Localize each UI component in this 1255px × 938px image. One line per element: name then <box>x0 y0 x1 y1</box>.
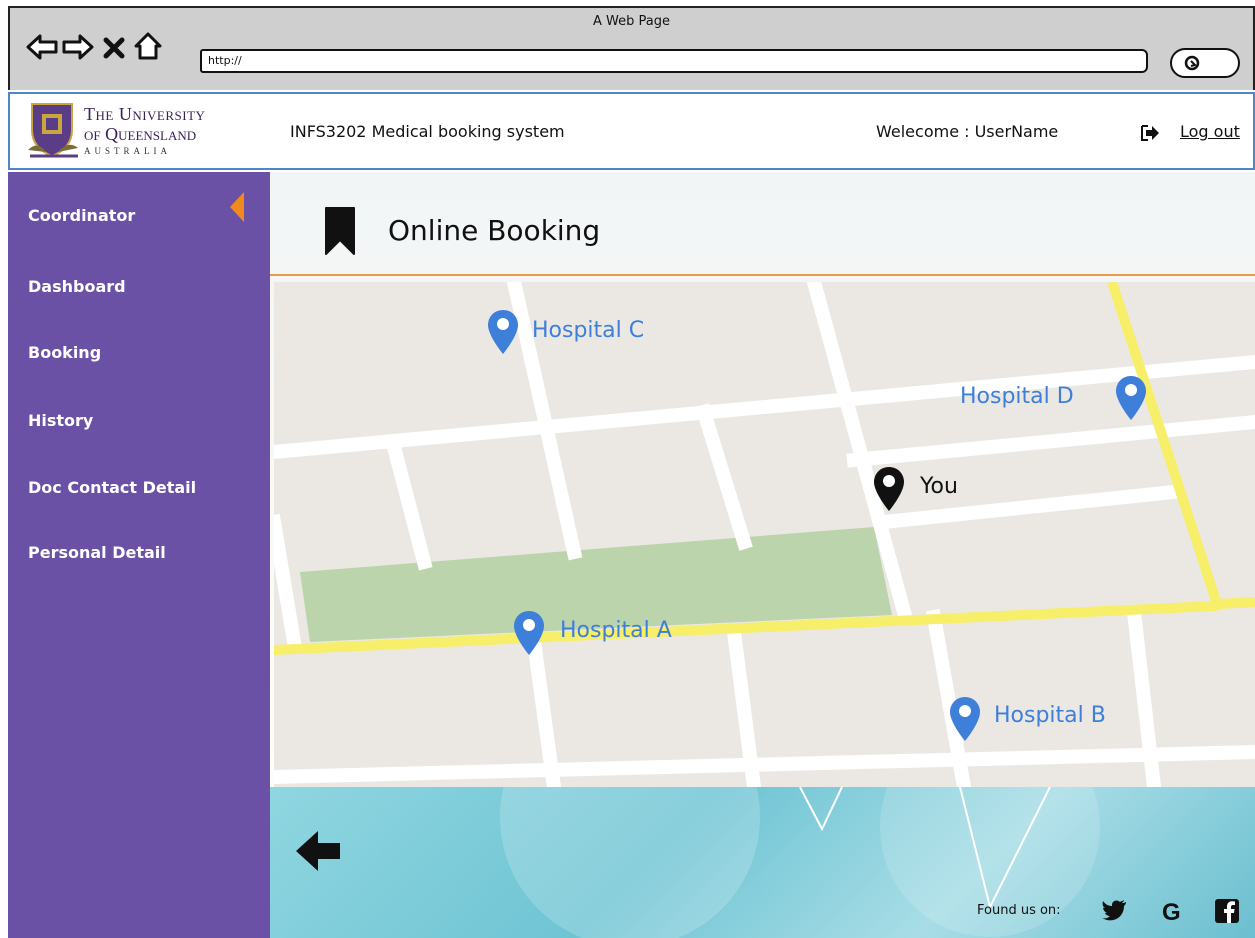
back-arrow-icon[interactable] <box>294 829 344 873</box>
pin-label-hospital-b[interactable]: Hospital B <box>994 703 1106 728</box>
footer: Found us on: G <box>270 787 1255 938</box>
sidebar-item-history[interactable]: History <box>28 411 93 430</box>
map-pin-icon[interactable] <box>512 609 546 657</box>
pin-label-hospital-d[interactable]: Hospital D <box>960 384 1074 409</box>
url-input[interactable]: http:// <box>200 49 1148 73</box>
page-title: Online Booking <box>388 214 601 247</box>
collapse-arrow-icon[interactable] <box>226 190 246 224</box>
search-button[interactable] <box>1170 48 1240 78</box>
sidebar-item-dashboard[interactable]: Dashboard <box>28 277 126 296</box>
map-pin-icon[interactable] <box>1114 374 1148 422</box>
map-background <box>274 282 1255 787</box>
pin-label-you[interactable]: You <box>920 474 958 499</box>
search-icon <box>1184 55 1200 71</box>
twitter-icon[interactable] <box>1102 898 1128 922</box>
logo-line-1: The University <box>84 104 206 124</box>
pin-label-hospital-a[interactable]: Hospital A <box>560 618 672 643</box>
welcome-text: Welecome : UserName <box>876 122 1059 141</box>
svg-text:G: G <box>1162 899 1181 924</box>
logo-line-2: of Queensland <box>84 124 197 144</box>
google-icon[interactable]: G <box>1160 898 1186 924</box>
sidebar-item-personal-detail[interactable]: Personal Detail <box>28 543 166 562</box>
app-header: The University of Queensland AUSTRALIA I… <box>8 92 1255 170</box>
pin-label-hospital-c[interactable]: Hospital C <box>532 318 644 343</box>
logo-text: The University of Queensland AUSTRALIA <box>84 104 205 156</box>
sidebar-item-booking[interactable]: Booking <box>28 343 101 362</box>
sidebar: Coordinator Dashboard Booking History Do… <box>8 172 270 938</box>
logout-icon[interactable] <box>1140 124 1160 142</box>
map-view[interactable]: Hospital C Hospital D You Hospital A Hos… <box>274 282 1255 787</box>
system-title: INFS3202 Medical booking system <box>290 122 565 141</box>
crest-icon <box>28 103 78 158</box>
bookmark-icon <box>325 207 355 255</box>
home-icon[interactable] <box>132 30 164 62</box>
map-pin-icon[interactable] <box>872 465 906 513</box>
sidebar-item-coordinator[interactable]: Coordinator <box>28 206 135 225</box>
browser-chrome: A Web Page http:// <box>8 6 1255 90</box>
facebook-icon[interactable] <box>1214 898 1240 924</box>
map-pin-icon[interactable] <box>486 308 520 356</box>
university-logo[interactable]: The University of Queensland AUSTRALIA <box>28 98 268 164</box>
logout-link[interactable]: Log out <box>1180 122 1240 141</box>
map-pin-icon[interactable] <box>948 695 982 743</box>
found-us-label: Found us on: <box>977 903 1061 918</box>
logo-line-3: AUSTRALIA <box>84 146 171 156</box>
forward-arrow-icon[interactable] <box>62 32 94 62</box>
sidebar-item-doc-contact-detail[interactable]: Doc Contact Detail <box>28 478 196 497</box>
close-icon[interactable] <box>102 36 126 60</box>
back-arrow-icon[interactable] <box>26 32 58 62</box>
main-content: Online Booking Hospital C Hospital D You… <box>270 172 1255 938</box>
window-title: A Web Page <box>593 14 670 29</box>
page-title-bar: Online Booking <box>270 172 1255 276</box>
